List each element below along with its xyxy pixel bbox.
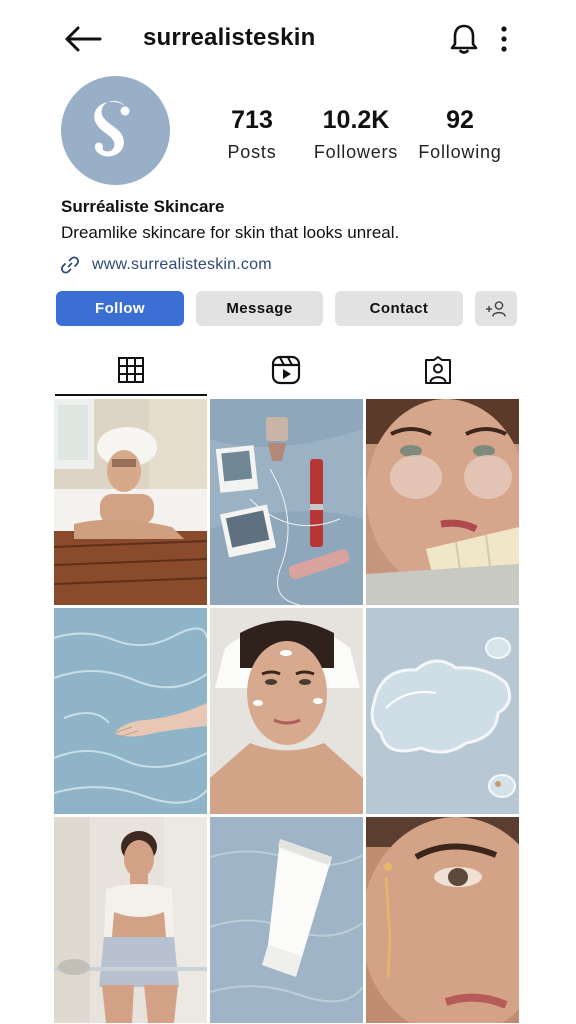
reels-icon bbox=[271, 355, 301, 385]
bio-text: Dreamlike skincare for skin that looks u… bbox=[61, 223, 400, 242]
brand-logo bbox=[94, 100, 130, 157]
active-tab-indicator bbox=[55, 394, 207, 396]
tagged-icon bbox=[425, 356, 451, 384]
bell-icon[interactable] bbox=[448, 22, 480, 56]
post-thumbnail-8[interactable] bbox=[210, 817, 363, 1023]
post-thumbnail-2[interactable] bbox=[210, 399, 363, 605]
posts-label: Posts bbox=[227, 142, 277, 162]
profile-username: surrealisteskin bbox=[143, 24, 316, 51]
post-thumbnail-9[interactable] bbox=[366, 817, 519, 1023]
followers-value: 10.2K bbox=[322, 106, 390, 134]
post-thumbnail-4[interactable] bbox=[54, 608, 207, 814]
following-value: 92 bbox=[446, 106, 474, 134]
profile-avatar[interactable] bbox=[61, 76, 170, 185]
post-thumbnail-5[interactable] bbox=[210, 608, 363, 814]
followers-label: Followers bbox=[313, 142, 399, 162]
post-thumbnail-6[interactable] bbox=[366, 608, 519, 814]
contact-button[interactable]: Contact bbox=[335, 291, 463, 326]
tab-reels[interactable] bbox=[210, 345, 362, 395]
posts-value: 713 bbox=[231, 106, 273, 134]
display-name: Surréaliste Skincare bbox=[61, 197, 225, 216]
following-count[interactable]: 92 Following bbox=[414, 106, 506, 163]
top-bar: surrealisteskin bbox=[0, 0, 576, 78]
grid-icon bbox=[118, 357, 144, 383]
followers-count[interactable]: 10.2K Followers bbox=[310, 106, 402, 163]
following-label: Following bbox=[418, 142, 502, 162]
add-user-button[interactable] bbox=[475, 291, 517, 326]
follow-button[interactable]: Follow bbox=[56, 291, 184, 326]
more-vertical-icon[interactable] bbox=[494, 24, 514, 54]
website-link[interactable]: www.surrealisteskin.com bbox=[92, 256, 272, 274]
message-button[interactable]: Message bbox=[196, 291, 323, 326]
tab-posts-grid[interactable] bbox=[55, 345, 207, 395]
post-thumbnail-3[interactable] bbox=[366, 399, 519, 605]
post-thumbnail-1[interactable] bbox=[54, 399, 207, 605]
arrow-left-icon[interactable] bbox=[62, 22, 104, 56]
tab-tagged[interactable] bbox=[362, 345, 514, 395]
link-icon[interactable] bbox=[60, 255, 80, 275]
posts-grid bbox=[54, 399, 520, 1024]
post-thumbnail-7[interactable] bbox=[54, 817, 207, 1023]
posts-count[interactable]: 713 Posts bbox=[220, 106, 284, 163]
add-user-icon bbox=[486, 300, 506, 317]
